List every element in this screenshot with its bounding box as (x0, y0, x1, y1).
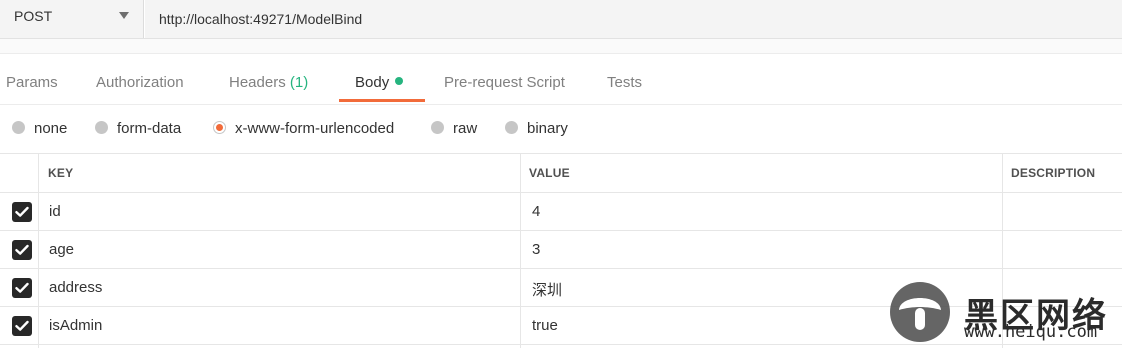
cell-key[interactable]: address (49, 279, 102, 296)
tab-label: Body (355, 74, 390, 91)
method-label: POST (14, 8, 53, 24)
url-input[interactable] (145, 0, 1122, 38)
tab-label: Headers (229, 74, 286, 91)
table-row: isAdmin true (0, 307, 1122, 345)
active-tab-indicator (339, 99, 425, 102)
body-type-selector: none form-data x-www-form-urlencoded raw… (0, 105, 1122, 154)
table-row: address 深圳 (0, 269, 1122, 307)
tab-tests[interactable]: Tests (607, 74, 642, 91)
row-checkbox[interactable] (12, 202, 32, 222)
row-checkbox[interactable] (12, 278, 32, 298)
cell-value[interactable]: true (532, 317, 558, 334)
dot-icon (395, 77, 404, 85)
table-header: KEY VALUE DESCRIPTION (0, 154, 1122, 193)
checkmark-icon (15, 320, 29, 331)
request-tabs: Params Authorization Headers (1) Body Pr… (0, 54, 1122, 105)
table-row: id 4 (0, 193, 1122, 231)
chevron-down-icon (119, 12, 129, 19)
tab-authorization[interactable]: Authorization (96, 74, 184, 91)
radio-label: form-data (117, 120, 182, 137)
radio-label: none (34, 120, 68, 137)
tab-headers[interactable]: Headers (1) (229, 74, 308, 91)
cell-value[interactable]: 3 (532, 241, 540, 258)
tab-label: Authorization (96, 74, 184, 91)
radio-icon (431, 121, 444, 134)
radio-label: x-www-form-urlencoded (235, 120, 395, 137)
checkmark-icon (15, 282, 29, 293)
row-checkbox[interactable] (12, 316, 32, 336)
table-row: age 3 (0, 231, 1122, 269)
radio-label: raw (453, 120, 478, 137)
headers-count-badge: (1) (289, 74, 309, 91)
header-value: VALUE (529, 166, 570, 180)
radio-selected-icon (213, 121, 226, 134)
cell-value[interactable]: 深圳 (532, 279, 562, 300)
tab-label: Params (6, 74, 58, 91)
tab-params[interactable]: Params (6, 74, 58, 91)
cell-description[interactable] (1004, 269, 1122, 306)
postman-request-editor: POST Params Authorization Headers (1) Bo… (0, 0, 1122, 348)
radio-label: binary (527, 120, 568, 137)
row-checkbox[interactable] (12, 240, 32, 260)
cell-key[interactable]: isAdmin (49, 317, 102, 334)
header-key: KEY (48, 166, 74, 180)
tab-body[interactable]: Body (355, 74, 404, 91)
cell-key[interactable]: age (49, 241, 74, 258)
tab-label: Tests (607, 74, 643, 91)
cell-key[interactable]: id (49, 203, 61, 220)
tab-label: Pre-request Script (444, 74, 565, 91)
checkmark-icon (15, 244, 29, 255)
method-select[interactable]: POST (0, 0, 144, 38)
request-bar: POST (0, 0, 1122, 39)
cell-description[interactable] (1004, 193, 1122, 230)
params-table: KEY VALUE DESCRIPTION id 4 age 3 address (0, 154, 1122, 348)
cell-description[interactable] (1004, 307, 1122, 344)
divider (0, 39, 1122, 54)
checkmark-icon (15, 206, 29, 217)
radio-icon (12, 121, 25, 134)
header-description: DESCRIPTION (1011, 166, 1096, 180)
radio-icon (505, 121, 518, 134)
cell-value[interactable]: 4 (532, 203, 540, 220)
cell-description[interactable] (1004, 231, 1122, 268)
radio-icon (95, 121, 108, 134)
tab-pre-request-script[interactable]: Pre-request Script (444, 74, 565, 91)
